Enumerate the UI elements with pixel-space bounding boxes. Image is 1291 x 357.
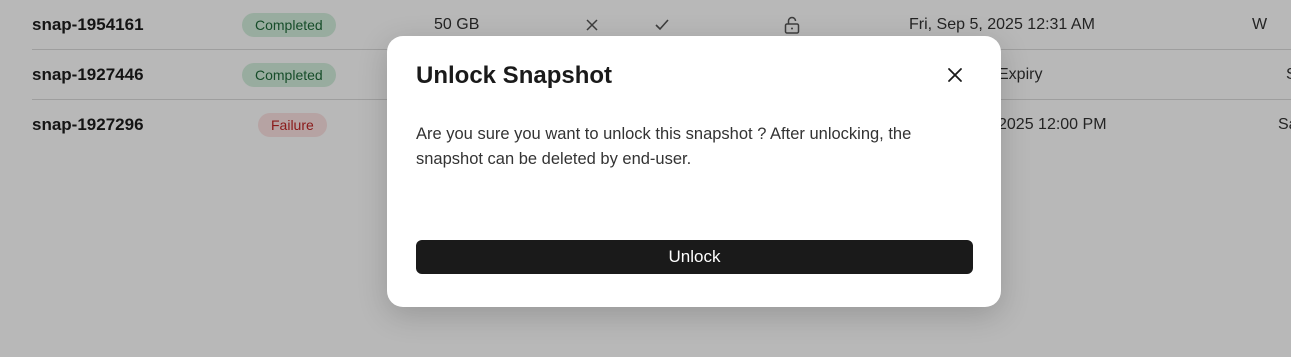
dialog-title: Unlock Snapshot [416,62,613,89]
close-button[interactable] [943,65,967,89]
unlock-snapshot-dialog: Unlock Snapshot Are you sure you want to… [387,36,1001,307]
close-icon[interactable] [947,67,963,88]
unlock-button[interactable]: Unlock [416,240,973,274]
snapshots-page: snap-1954161 Completed 50 GB Fri, Sep 5,… [0,0,1291,357]
dialog-message: Are you sure you want to unlock this sna… [416,125,912,168]
